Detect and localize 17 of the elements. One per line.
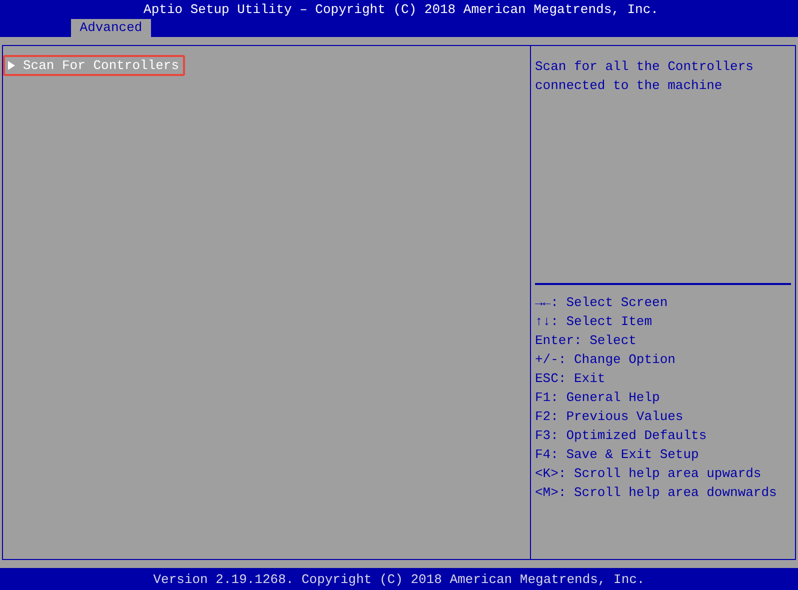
- help-description: Scan for all the Controllers connected to the machine: [535, 58, 754, 95]
- menu-item[interactable]: Scan For Controllers: [3, 55, 186, 76]
- triangle-icon: [8, 61, 15, 70]
- key-hint: ↑↓: Select Item: [535, 313, 654, 331]
- key-hint: F2: Previous Values: [535, 408, 684, 426]
- key-hint: F1: General Help: [535, 389, 661, 407]
- footer-text: Version 2.19.1268. Copyright (C) 2018 American Megatrends, Inc.: [153, 572, 645, 586]
- key-hint: <M>: Scroll help area downwards: [535, 484, 778, 502]
- tab[interactable]: Advanced: [71, 19, 151, 37]
- key-hint: <K>: Scroll help area upwards: [535, 465, 762, 483]
- key-hint: →←: Select Screen: [535, 294, 669, 312]
- key-hint: +/-: Change Option: [535, 351, 676, 369]
- key-hint: Enter: Select: [535, 332, 638, 350]
- key-hint: F4: Save & Exit Setup: [535, 446, 700, 464]
- key-hint: ESC: Exit: [535, 370, 606, 388]
- key-hint: F3: Optimized Defaults: [535, 427, 708, 445]
- window-title: Aptio Setup Utility – Copyright (C) 2018 American Megatrends, Inc.: [142, 1, 660, 18]
